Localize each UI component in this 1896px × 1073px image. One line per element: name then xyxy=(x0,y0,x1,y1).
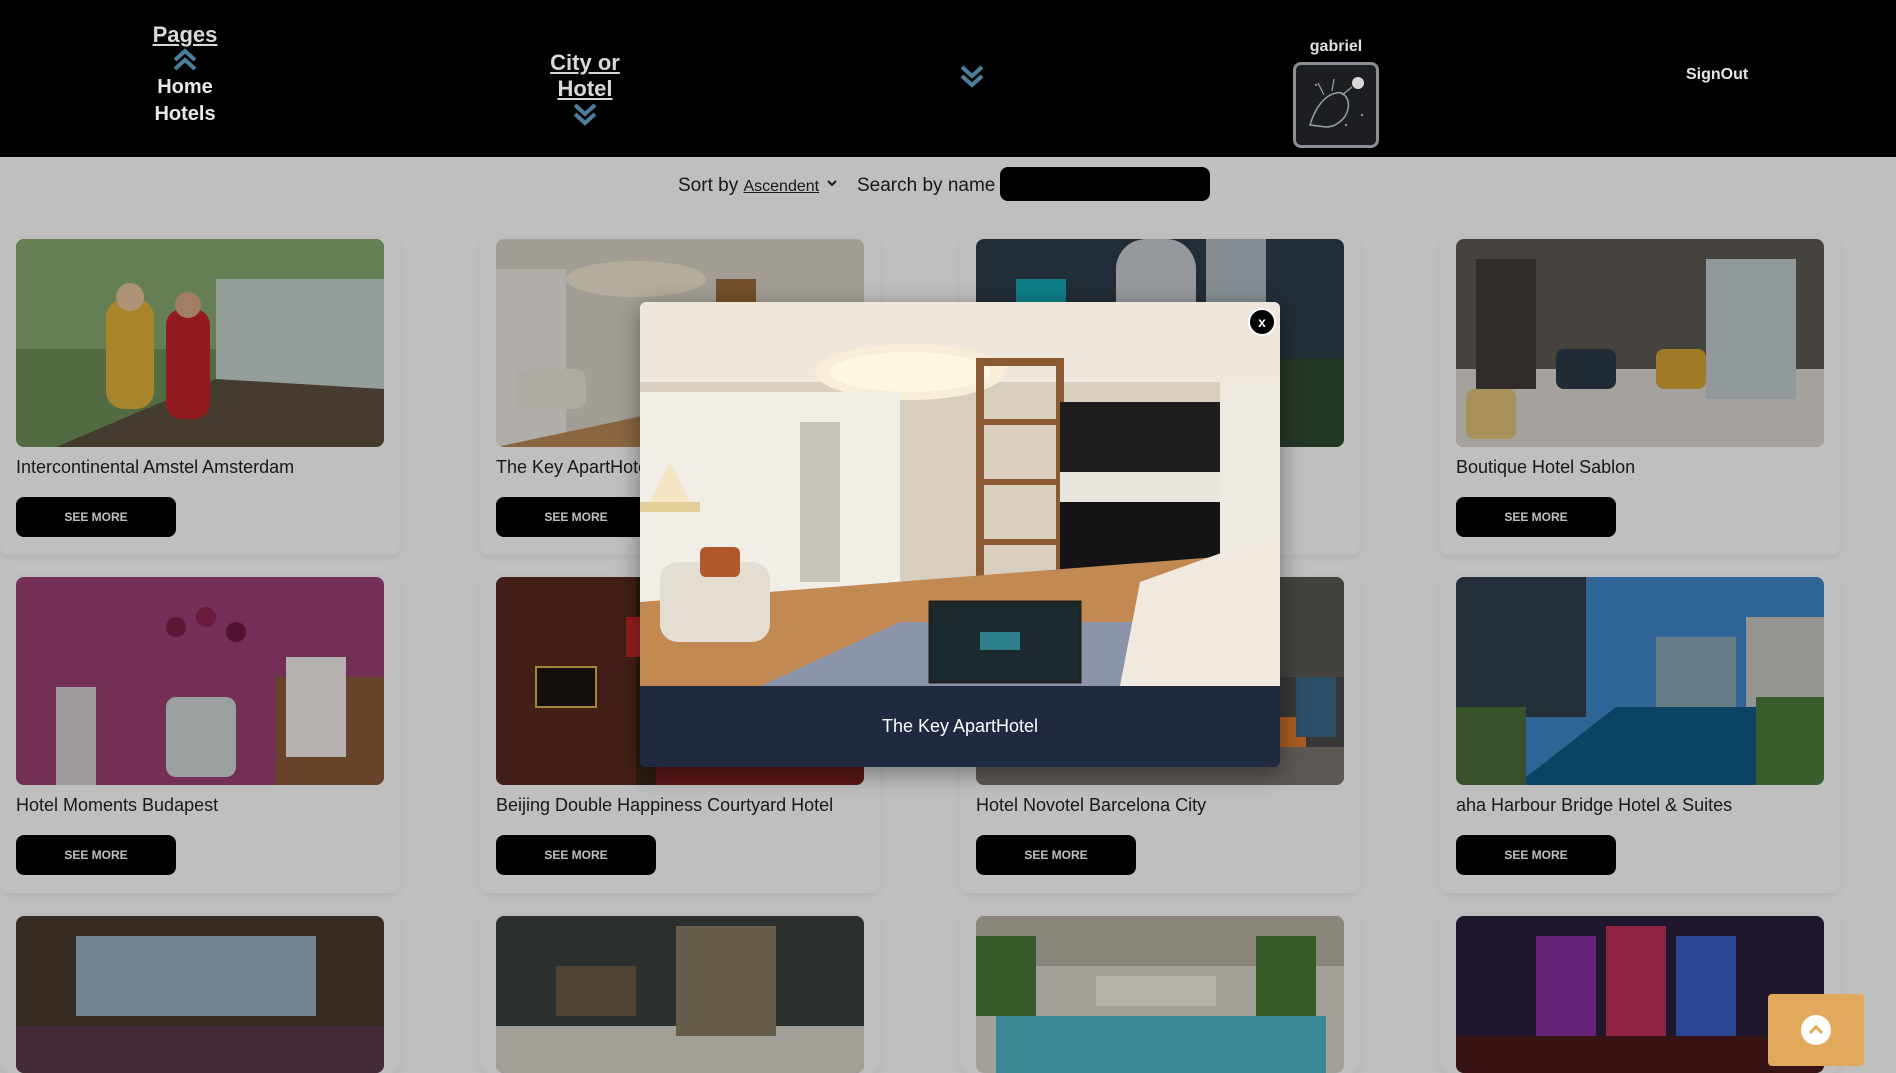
avatar[interactable] xyxy=(1293,62,1379,148)
top-navbar: Pages Home Hotels City or Hotel gabriel xyxy=(0,0,1896,157)
modal-hotel-image xyxy=(640,302,1280,686)
chevron-up-double-icon[interactable] xyxy=(172,48,198,72)
chevron-down-double-icon[interactable] xyxy=(572,102,598,126)
pages-menu-toggle[interactable]: Pages xyxy=(152,22,218,48)
arrow-up-icon xyxy=(1801,1015,1831,1045)
nav-item-home[interactable]: Home xyxy=(152,76,218,99)
modal-caption: The Key ApartHotel xyxy=(640,686,1280,767)
signout-link[interactable]: SignOut xyxy=(1686,66,1748,84)
pages-menu: Pages Home Hotels xyxy=(152,22,218,126)
user-profile: gabriel xyxy=(1290,38,1382,148)
close-icon[interactable]: x xyxy=(1248,308,1276,336)
username: gabriel xyxy=(1309,38,1363,55)
scroll-top-button[interactable] xyxy=(1768,994,1864,1066)
image-preview-modal: The Key ApartHotel xyxy=(640,302,1280,767)
nav-item-hotels[interactable]: Hotels xyxy=(152,103,218,126)
chevron-down-double-icon[interactable] xyxy=(959,64,985,88)
city-menu-toggle[interactable]: City or Hotel xyxy=(520,50,650,102)
city-menu: City or Hotel xyxy=(520,50,650,126)
